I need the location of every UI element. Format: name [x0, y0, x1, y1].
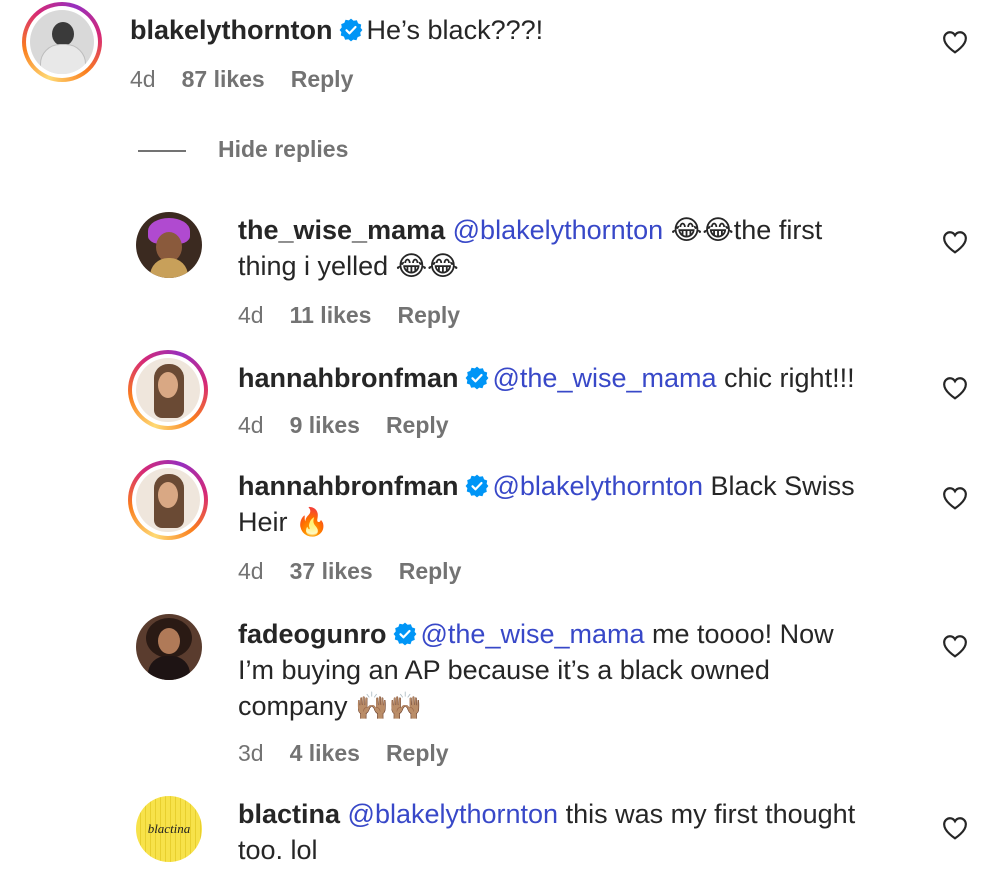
- verified-badge-icon: [339, 18, 363, 42]
- comment-likes[interactable]: 87 likes: [182, 66, 265, 92]
- hide-replies-button[interactable]: Hide replies: [138, 136, 348, 163]
- comment-text-line2: too. lol: [238, 835, 318, 865]
- verified-badge-icon: [465, 366, 489, 390]
- avatar[interactable]: [128, 350, 208, 430]
- heart-outline-icon[interactable]: [942, 30, 968, 54]
- reply-button[interactable]: Reply: [399, 558, 462, 584]
- comment-text: chic right!!!: [724, 363, 855, 393]
- comment-text: Black Swiss: [710, 471, 855, 501]
- comment-text: He’s black???!: [366, 15, 544, 45]
- comment-username[interactable]: fadeogunro: [238, 619, 387, 649]
- mention-link[interactable]: @blakelythornton: [453, 215, 664, 245]
- comment-text-line2: I’m buying an AP because it’s a black ow…: [238, 655, 770, 685]
- heart-outline-icon[interactable]: [942, 634, 968, 658]
- comment-likes[interactable]: 9 likes: [290, 412, 360, 438]
- comment-text-line3: company 🙌🏽🙌🏽: [238, 691, 423, 721]
- comment-time: 4d: [238, 302, 264, 328]
- mention-link[interactable]: @the_wise_mama: [493, 363, 717, 393]
- comment-time: 4d: [238, 558, 264, 584]
- avatar-photo: [136, 468, 200, 532]
- mention-link[interactable]: @the_wise_mama: [421, 619, 645, 649]
- comment-time: 3d: [238, 740, 264, 766]
- mention-link[interactable]: @blakelythornton: [493, 471, 704, 501]
- heart-outline-icon[interactable]: [942, 486, 968, 510]
- heart-outline-icon[interactable]: [942, 816, 968, 840]
- blactina-logo: blactina: [147, 821, 191, 836]
- reply-button[interactable]: Reply: [386, 740, 449, 766]
- heart-outline-icon[interactable]: [942, 230, 968, 254]
- reply-button[interactable]: Reply: [386, 412, 449, 438]
- comment-text: 😂😂the first: [670, 215, 823, 245]
- comment-username[interactable]: hannahbronfman: [238, 471, 459, 501]
- heart-outline-icon[interactable]: [942, 376, 968, 400]
- reply-button[interactable]: Reply: [397, 302, 460, 328]
- comment-time: 4d: [238, 412, 264, 438]
- avatar-photo: blactina: [136, 796, 202, 862]
- hide-replies-label: Hide replies: [218, 136, 349, 162]
- avatar-photo: [30, 10, 94, 74]
- avatar[interactable]: [128, 460, 208, 540]
- story-ring: [22, 2, 102, 82]
- divider-line: [138, 149, 186, 152]
- comment-likes[interactable]: 11 likes: [290, 302, 372, 328]
- comment-text: me toooo! Now: [652, 619, 834, 649]
- avatar-photo: [136, 358, 200, 422]
- verified-badge-icon: [465, 474, 489, 498]
- avatar[interactable]: [136, 614, 202, 680]
- comment-text-line2: Heir 🔥: [238, 507, 329, 537]
- verified-badge-icon: [393, 622, 417, 646]
- comment-username[interactable]: hannahbronfman: [238, 363, 459, 393]
- avatar-photo: [136, 212, 202, 278]
- story-ring: [128, 350, 208, 430]
- mention-link[interactable]: @blakelythornton: [348, 799, 559, 829]
- avatar-photo: [136, 614, 202, 680]
- comment-time: 4d: [130, 66, 156, 92]
- comment-likes[interactable]: 4 likes: [290, 740, 360, 766]
- comment-text-line2: thing i yelled 😂😂: [238, 251, 459, 281]
- story-ring: [128, 460, 208, 540]
- avatar[interactable]: [136, 212, 202, 278]
- comment-username[interactable]: the_wise_mama: [238, 215, 445, 245]
- comment-likes[interactable]: 37 likes: [290, 558, 373, 584]
- reply-button[interactable]: Reply: [291, 66, 354, 92]
- comment-text: this was my first thought: [565, 799, 856, 829]
- avatar[interactable]: [22, 2, 102, 82]
- avatar[interactable]: blactina: [136, 796, 202, 862]
- comment-username[interactable]: blactina: [238, 799, 340, 829]
- comment-username[interactable]: blakelythornton: [130, 15, 333, 45]
